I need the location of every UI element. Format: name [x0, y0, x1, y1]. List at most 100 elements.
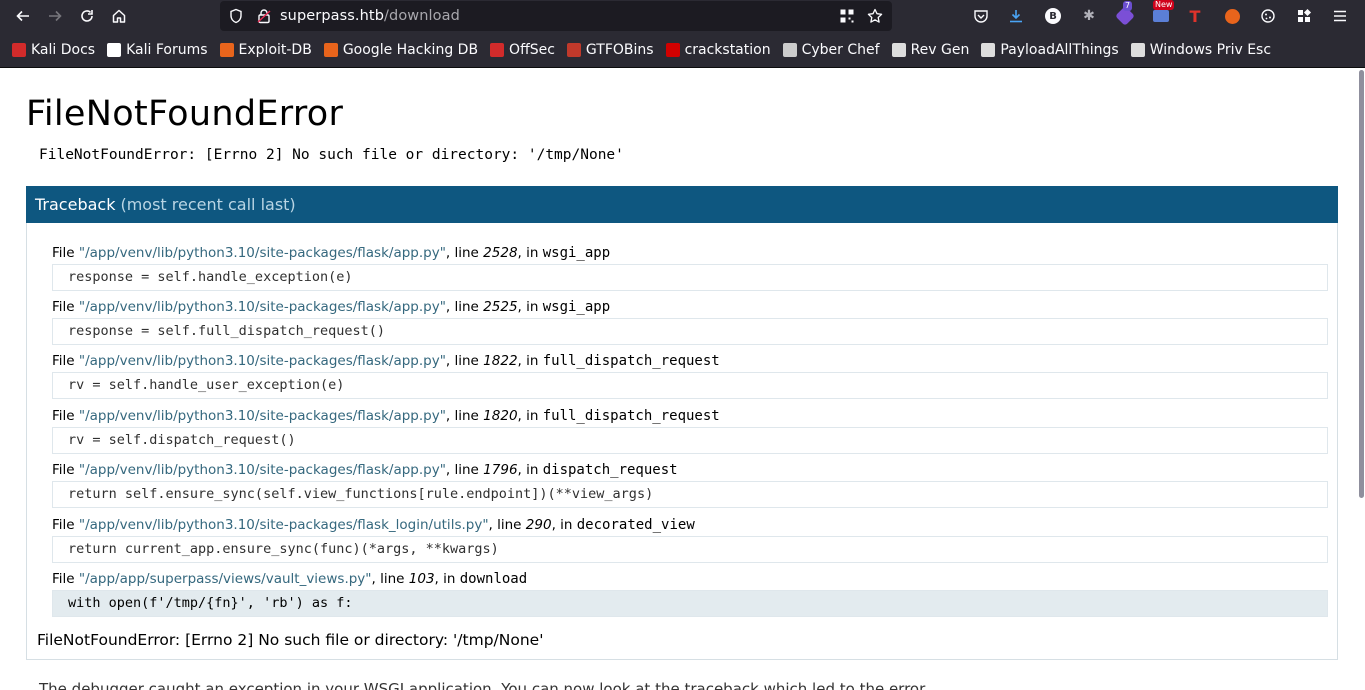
bookmark-ghdb-icon [323, 42, 338, 57]
url-text[interactable]: superpass.htb/download [280, 8, 460, 24]
file-prefix: File [52, 517, 75, 533]
bookmark-kali-forums-icon [107, 42, 122, 57]
bookmark-item[interactable]: Kali Docs [6, 38, 101, 62]
in-prefix: , in [517, 299, 539, 315]
frame-line-number: 2525 [483, 299, 518, 315]
scrollbar-thumb[interactable] [1359, 70, 1364, 498]
traceback-frame[interactable]: File "/app/venv/lib/python3.10/site-pack… [52, 243, 1328, 291]
frame-header: File "/app/venv/lib/python3.10/site-pack… [52, 406, 1328, 426]
bookmark-label: OffSec [509, 41, 555, 58]
bookmark-item[interactable]: Google Hacking DB [318, 38, 484, 62]
frame-header: File "/app/venv/lib/python3.10/site-pack… [52, 515, 1328, 535]
frame-code-line[interactable]: rv = self.dispatch_request() [52, 427, 1328, 454]
reload-icon [81, 10, 93, 22]
extensions-puzzle-icon[interactable] [1294, 6, 1314, 26]
error-message: FileNotFoundError: [Errno 2] No such fil… [39, 147, 624, 163]
bookmark-label: Rev Gen [910, 41, 970, 58]
bookmarks-bar: Kali Docs Kali Forums Exploit-DB Google Hac… [0, 32, 1365, 68]
file-prefix: File [52, 408, 75, 424]
frame-filename: "/app/venv/lib/python3.10/site-packages/… [78, 299, 446, 315]
extension-purple-icon[interactable]: 7 [1115, 1, 1135, 26]
frame-header: File "/app/venv/lib/python3.10/site-pack… [52, 297, 1328, 317]
back-button[interactable] [7, 0, 39, 32]
bookmark-label: crackstation [684, 41, 771, 58]
traceback-frame[interactable]: File "/app/app/superpass/views/vault_vie… [52, 569, 1328, 617]
url-host: superpass.htb [280, 8, 385, 24]
traceback-frame[interactable]: File "/app/venv/lib/python3.10/site-pack… [52, 351, 1328, 399]
qr-code-icon[interactable] [839, 8, 855, 24]
frame-function: full_dispatch_request [542, 353, 720, 369]
extension-badge-new: New [1153, 0, 1175, 10]
arrow-right-icon [49, 10, 62, 22]
bookmark-label: Exploit-DB [238, 41, 312, 58]
arrow-left-icon [16, 10, 29, 22]
frame-code-line[interactable]: response = self.full_dispatch_request() [52, 318, 1328, 345]
error-title: FileNotFoundError [26, 94, 344, 134]
shield-icon[interactable] [228, 8, 244, 24]
extension-fox-icon[interactable] [1222, 6, 1242, 26]
bookmark-offsec-icon [490, 42, 505, 57]
url-path: /download [384, 8, 460, 24]
frame-code-line[interactable]: response = self.handle_exception(e) [52, 264, 1328, 291]
downloads-icon[interactable] [1006, 6, 1026, 26]
bookmark-crackstation-icon [665, 42, 680, 57]
in-prefix: , in [517, 245, 539, 261]
bookmark-item[interactable]: Kali Forums [101, 38, 213, 62]
frame-line-number: 1822 [483, 353, 518, 369]
menu-hamburger-icon[interactable] [1330, 6, 1350, 26]
frame-header: File "/app/app/superpass/views/vault_vie… [52, 569, 1328, 589]
in-prefix: , in [517, 408, 539, 424]
bookmark-star-icon[interactable] [867, 8, 883, 24]
line-prefix: , line [488, 517, 522, 533]
frame-code-line[interactable]: with open(f'/tmp/{fn}', 'rb') as f: [52, 590, 1328, 617]
in-prefix: , in [551, 517, 573, 533]
frame-line-number: 290 [525, 517, 552, 533]
file-prefix: File [52, 462, 75, 478]
frame-filename: "/app/venv/lib/python3.10/site-packages/… [78, 462, 446, 478]
extension-news-icon[interactable]: New [1151, 0, 1175, 26]
extension-badge-count: 7 [1123, 1, 1133, 11]
frame-code-line[interactable]: return self.ensure_sync(self.view_functi… [52, 481, 1328, 508]
bookmark-exploit-db-icon [219, 42, 234, 57]
bookmark-item[interactable]: PayloadAllThings [975, 38, 1124, 62]
traceback-header: Traceback (most recent call last) [26, 186, 1338, 223]
bookmark-item[interactable]: OffSec [484, 38, 561, 62]
bookmark-item[interactable]: Rev Gen [886, 38, 976, 62]
browser-toolbar: superpass.htb/download B ✱ 7 New T [0, 0, 1365, 32]
home-button[interactable] [103, 0, 135, 32]
frame-function: decorated_view [576, 517, 695, 533]
debugger-explanation: The debugger caught an exception in your… [39, 680, 929, 690]
bookmark-item[interactable]: Exploit-DB [214, 38, 318, 62]
frame-filename: "/app/venv/lib/python3.10/site-packages/… [78, 245, 446, 261]
forward-button[interactable] [39, 0, 71, 32]
traceback-frame[interactable]: File "/app/venv/lib/python3.10/site-pack… [52, 460, 1328, 508]
bookmark-item[interactable]: crackstation [660, 38, 777, 62]
page-content: FileNotFoundError FileNotFoundError: [Er… [0, 68, 1357, 690]
bookmark-item[interactable]: Windows Priv Esc [1125, 38, 1277, 62]
lock-insecure-icon[interactable] [256, 8, 272, 24]
bookmark-item[interactable]: GTFOBins [561, 38, 660, 62]
traceback-frame[interactable]: File "/app/venv/lib/python3.10/site-pack… [52, 406, 1328, 454]
pocket-icon[interactable] [971, 6, 991, 26]
bookmark-label: Cyber Chef [801, 41, 880, 58]
extension-b-icon[interactable]: B [1043, 6, 1063, 26]
frame-code-line[interactable]: rv = self.handle_user_exception(e) [52, 372, 1328, 399]
extension-cookie-icon[interactable] [1258, 6, 1278, 26]
frame-function: dispatch_request [542, 462, 678, 478]
url-bar[interactable]: superpass.htb/download [220, 1, 892, 31]
bookmark-book-icon [1130, 42, 1145, 57]
bookmark-item[interactable]: Cyber Chef [777, 38, 886, 62]
frame-function: full_dispatch_request [542, 408, 720, 424]
reload-button[interactable] [71, 0, 103, 32]
frame-filename: "/app/venv/lib/python3.10/site-packages/… [78, 517, 489, 533]
line-prefix: , line [371, 571, 405, 587]
frame-header: File "/app/venv/lib/python3.10/site-pack… [52, 243, 1328, 263]
traceback-frame[interactable]: File "/app/venv/lib/python3.10/site-pack… [52, 515, 1328, 563]
frame-code-line[interactable]: return current_app.ensure_sync(func)(*ar… [52, 536, 1328, 563]
in-prefix: , in [517, 353, 539, 369]
extension-bug-icon[interactable]: ✱ [1079, 6, 1099, 26]
frame-line-number: 103 [408, 571, 435, 587]
traceback-frame[interactable]: File "/app/venv/lib/python3.10/site-pack… [52, 297, 1328, 345]
extension-t-icon[interactable]: T [1185, 6, 1205, 26]
file-prefix: File [52, 245, 75, 261]
